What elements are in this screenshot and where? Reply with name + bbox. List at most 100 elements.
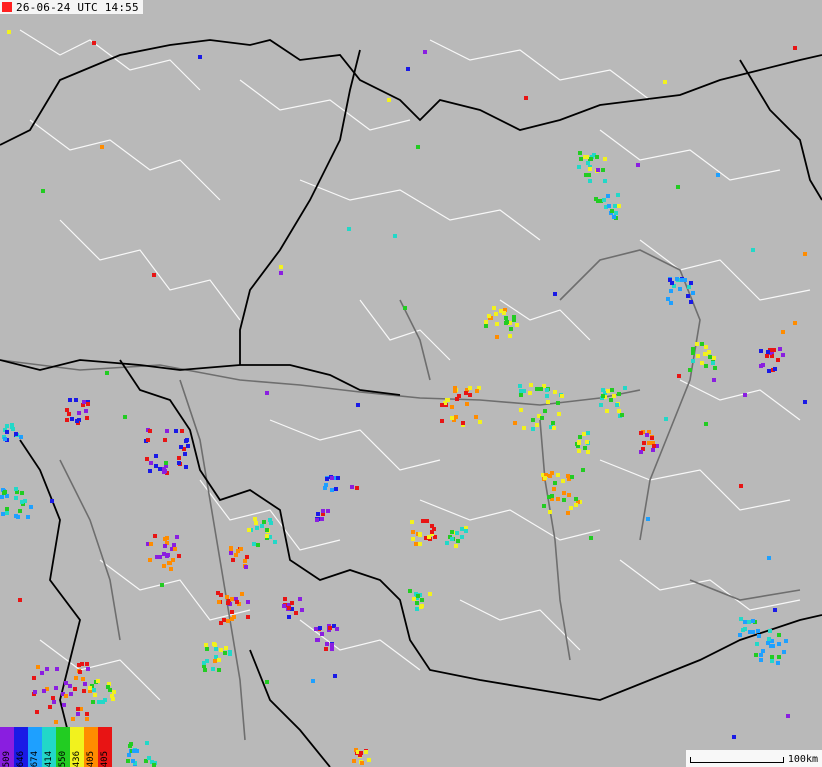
lightning-strike — [712, 378, 716, 382]
lightning-strike — [336, 476, 340, 480]
lightning-strike — [776, 358, 780, 362]
lightning-strike — [688, 368, 692, 372]
lightning-strike — [73, 687, 77, 691]
lightning-strike — [614, 211, 618, 215]
legend-cell: 405 — [98, 727, 112, 767]
lightning-strike — [782, 650, 786, 654]
lightning-strike — [356, 403, 360, 407]
lightning-strike — [32, 676, 36, 680]
lightning-strike — [428, 592, 432, 596]
lightning-strike — [689, 281, 693, 285]
lightning-strike — [602, 198, 606, 202]
lightning-strike — [3, 437, 7, 441]
lightning-strike — [454, 415, 458, 419]
lightning-strike — [669, 301, 673, 305]
lightning-strike — [412, 597, 416, 601]
lightning-strike — [154, 464, 158, 468]
lightning-strike — [741, 628, 745, 632]
lightning-strike — [675, 277, 679, 281]
lightning-strike — [330, 476, 334, 480]
lightning-strike — [149, 542, 153, 546]
lightning-strike — [325, 642, 329, 646]
lightning-strike — [484, 324, 488, 328]
lightning-strike — [225, 595, 229, 599]
lightning-strike — [793, 321, 797, 325]
lightning-strike — [163, 544, 167, 548]
lightning-strike — [487, 314, 491, 318]
lightning-strike — [162, 470, 166, 474]
lightning-strike — [605, 409, 609, 413]
lightning-strike — [456, 539, 460, 543]
lightning-strike — [577, 165, 581, 169]
lightning-strike — [360, 761, 364, 765]
lightning-strike — [135, 749, 139, 753]
lightning-strike — [713, 366, 717, 370]
map-canvas[interactable] — [0, 0, 822, 767]
lightning-strike — [71, 717, 75, 721]
lightning-strike — [450, 537, 454, 541]
lightning-strike — [279, 265, 283, 269]
lightning-strike — [35, 710, 39, 714]
lightning-strike — [226, 619, 230, 623]
lightning-strike — [408, 589, 412, 593]
lightning-strike — [88, 686, 92, 690]
lightning-strike — [776, 661, 780, 665]
lightning-strike — [678, 287, 682, 291]
lightning-strike — [41, 189, 45, 193]
lightning-strike — [0, 495, 4, 499]
lightning-strike — [205, 647, 209, 651]
lightning-strike — [519, 393, 523, 397]
lightning-strike — [393, 234, 397, 238]
lightning-strike — [211, 667, 215, 671]
lightning-strike — [519, 408, 523, 412]
lightning-strike — [754, 653, 758, 657]
lightning-strike — [62, 703, 66, 707]
lightning-strike — [777, 642, 781, 646]
lightning-strike — [234, 553, 238, 557]
lightning-strike — [495, 322, 499, 326]
lightning-strike — [165, 429, 169, 433]
lightning-strike — [645, 433, 649, 437]
lightning-strike — [253, 517, 257, 521]
lightning-strike — [427, 535, 431, 539]
lightning-strike — [778, 347, 782, 351]
lightning-strike — [606, 194, 610, 198]
scale-label: 100km — [787, 754, 818, 765]
lightning-strike — [105, 371, 109, 375]
legend-cell-label: 405 — [86, 750, 96, 767]
lightning-strike — [67, 412, 71, 416]
lightning-strike — [244, 565, 248, 569]
lightning-strike — [256, 543, 260, 547]
lightning-strike — [226, 601, 230, 605]
lightning-strike — [761, 649, 765, 653]
lightning-strike — [184, 465, 188, 469]
lightning-strike — [599, 403, 603, 407]
lightning-strike — [162, 552, 166, 556]
lightning-strike — [578, 435, 582, 439]
lightning-strike — [738, 633, 742, 637]
lightning-strike — [518, 384, 522, 388]
lightning-strike — [668, 278, 672, 282]
lightning-strike — [148, 558, 152, 562]
lightning-strike — [617, 204, 621, 208]
lightning-strike — [179, 445, 183, 449]
lightning-strike — [522, 426, 526, 430]
lightning-strike — [478, 420, 482, 424]
lightning-strike — [777, 655, 781, 659]
lightning-strike — [695, 342, 699, 346]
lightning-strike — [707, 350, 711, 354]
lightning-strike — [767, 369, 771, 373]
lightning-strike — [76, 707, 80, 711]
lightning-strike — [612, 394, 616, 398]
lightning-strike — [75, 419, 79, 423]
lightning-strike — [542, 504, 546, 508]
lightning-strike — [85, 717, 89, 721]
lightning-strike — [148, 429, 152, 433]
lightning-strike — [414, 542, 418, 546]
legend-cell: 674 — [28, 727, 42, 767]
lightning-strike — [347, 227, 351, 231]
lightning-strike — [531, 418, 535, 422]
lightning-strike — [553, 481, 557, 485]
lightning-strike — [65, 418, 69, 422]
lightning-strike — [287, 615, 291, 619]
